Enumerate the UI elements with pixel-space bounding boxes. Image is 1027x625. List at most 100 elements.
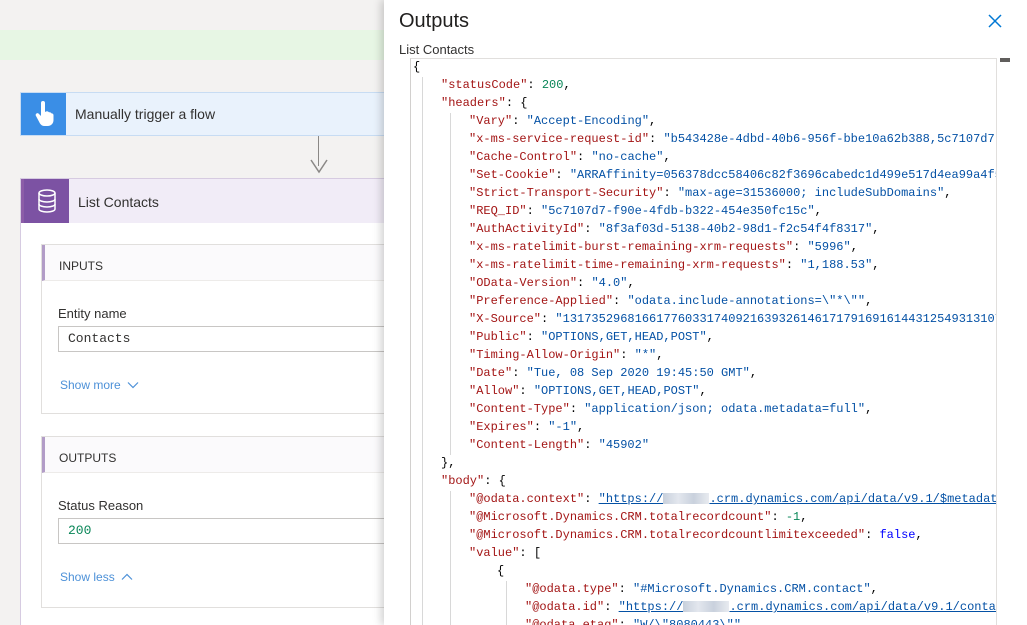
- json-punctuation: :: [618, 582, 634, 596]
- json-line: "Date": "Tue, 08 Sep 2020 19:45:50 GMT",: [469, 364, 757, 382]
- chevron-up-icon: [121, 573, 133, 580]
- trigger-card[interactable]: Manually trigger a flow: [20, 92, 384, 136]
- json-line: "REQ_ID": "5c7107d7-f90e-4fdb-b322-454e3…: [469, 202, 822, 220]
- json-key: "@Microsoft.Dynamics.CRM.totalrecordcoun…: [469, 510, 772, 524]
- show-more-link[interactable]: Show more: [60, 378, 139, 392]
- json-line: "Content-Type": "application/json; odata…: [469, 400, 872, 418]
- json-punctuation: :: [533, 420, 549, 434]
- json-key: "Date": [469, 366, 513, 380]
- success-banner: [0, 30, 384, 60]
- json-line: "@Microsoft.Dynamics.CRM.totalrecordcoun…: [469, 526, 923, 544]
- json-key: "value": [469, 546, 520, 560]
- json-punctuation: ,: [699, 384, 707, 398]
- json-punctuation: :: [785, 258, 801, 272]
- show-more-label: Show more: [60, 378, 121, 392]
- json-key: "Public": [469, 330, 527, 344]
- indent-guide: [450, 113, 451, 455]
- json-punctuation: ,: [741, 618, 749, 625]
- json-line: "Expires": "-1",: [469, 418, 584, 436]
- json-key: "Cache-Control": [469, 150, 578, 164]
- json-value[interactable]: "https://: [599, 492, 664, 506]
- json-value[interactable]: "https://: [619, 600, 684, 614]
- json-punctuation: :: [555, 168, 570, 182]
- json-punctuation: ,: [872, 222, 880, 236]
- json-punctuation: :: [527, 78, 542, 92]
- json-key: "AuthActivityId": [469, 222, 585, 236]
- indent-guide: [422, 77, 423, 625]
- json-punctuation: ,: [850, 240, 858, 254]
- json-key: "@odata.type": [525, 582, 619, 596]
- hand-pointer-icon: [21, 93, 66, 135]
- json-key: "headers": [441, 96, 506, 110]
- action-label: List Contacts: [78, 194, 159, 210]
- json-viewer[interactable]: {"statusCode": 200, "headers": {"Vary": "…: [410, 58, 997, 625]
- json-value: "131735296816617760331740921639326146171…: [555, 312, 997, 326]
- json-value: "b543428e-4dbd-40b6-956f-bbe10a62b388,5c…: [663, 132, 996, 146]
- list-contacts-card[interactable]: List Contacts INPUTS Entity name Contact…: [20, 178, 384, 625]
- json-value: "max-age=31536000; includeSubDomains": [677, 186, 945, 200]
- json-line: "Set-Cookie": "ARRAffinity=056378dcc5840…: [469, 166, 996, 184]
- json-value: false: [879, 528, 916, 542]
- json-value[interactable]: .crm.dynamics.com/api/data/v9.1/$metadat…: [709, 492, 996, 506]
- show-less-link[interactable]: Show less: [60, 570, 133, 584]
- json-punctuation: :: [649, 132, 664, 146]
- list-contacts-header[interactable]: List Contacts: [21, 179, 384, 223]
- status-reason-label: Status Reason: [58, 498, 144, 513]
- json-line: "@odata.context": "https:// .crm.dynamics…: [469, 490, 996, 508]
- json-line: "OData-Version": "4.0",: [469, 274, 635, 292]
- json-line: {: [413, 59, 420, 76]
- json-key: "statusCode": [441, 78, 528, 92]
- json-value: "5c7107d7-f90e-4fdb-b322-454e350fc15c": [541, 204, 815, 218]
- json-punctuation: ,: [865, 402, 873, 416]
- json-punctuation: :: [512, 114, 527, 128]
- json-value[interactable]: .crm.dynamics.com/api/data/v9.1/contacts…: [729, 600, 996, 614]
- trigger-label: Manually trigger a flow: [75, 106, 216, 122]
- json-value: "-1": [548, 420, 578, 434]
- chevron-down-icon: [127, 382, 139, 389]
- json-value: "1,188.53": [800, 258, 873, 272]
- json-line: "Strict-Transport-Security": "max-age=31…: [469, 184, 952, 202]
- json-key: "Set-Cookie": [469, 168, 556, 182]
- json-key: "REQ_ID": [469, 204, 527, 218]
- json-value: "8f3af03d-5138-40b2-98d1-f2c54f4f8317": [598, 222, 873, 236]
- json-line: "x-ms-service-request-id": "b543428e-4db…: [469, 130, 996, 148]
- json-line: "x-ms-ratelimit-time-remaining-xrm-reque…: [469, 256, 879, 274]
- status-reason-field: 200: [58, 518, 384, 544]
- json-line: {: [497, 562, 504, 580]
- json-line: "AuthActivityId": "8f3af03d-5138-40b2-98…: [469, 220, 879, 238]
- json-line: "statusCode": 200,: [441, 76, 571, 94]
- json-value: "application/json; odata.metadata=full": [584, 402, 866, 416]
- json-punctuation: :: [577, 150, 592, 164]
- indent-guide: [506, 581, 507, 625]
- connector-arrow-icon: [310, 159, 328, 174]
- json-value: "4.0": [591, 276, 628, 290]
- panel-subtitle: List Contacts: [399, 42, 475, 57]
- inputs-heading: INPUTS: [42, 245, 384, 281]
- json-punctuation: :: [541, 312, 556, 326]
- json-value: "odata.include-annotations=\"*\"": [627, 294, 866, 308]
- json-punctuation: :: [618, 618, 634, 625]
- json-key: "X-Source": [469, 312, 542, 326]
- entity-name-field: Contacts: [58, 326, 384, 352]
- json-punctuation: },: [441, 456, 456, 470]
- flow-canvas: Manually trigger a flow List Contacts IN…: [0, 0, 384, 625]
- json-key: "@Microsoft.Dynamics.CRM.totalrecordcoun…: [469, 528, 866, 542]
- json-line: "Allow": "OPTIONS,GET,HEAD,POST",: [469, 382, 707, 400]
- json-key: "body": [441, 474, 485, 488]
- json-key: "Strict-Transport-Security": [469, 186, 664, 200]
- json-key: "@odata.etag": [525, 618, 619, 625]
- json-punctuation: ,: [865, 294, 873, 308]
- json-line: "@odata.type": "#Microsoft.Dynamics.CRM.…: [525, 580, 878, 598]
- close-button[interactable]: [984, 10, 1006, 32]
- json-key: "OData-Version": [469, 276, 578, 290]
- json-key: "Expires": [469, 420, 534, 434]
- json-punctuation: :: [584, 222, 599, 236]
- json-punctuation: :: [584, 492, 599, 506]
- json-punctuation: :: [865, 528, 880, 542]
- json-punctuation: ,: [749, 366, 758, 380]
- json-punctuation: :: [569, 402, 585, 416]
- json-punctuation: ,: [800, 510, 808, 524]
- menu-icon[interactable]: [1000, 58, 1010, 62]
- json-punctuation: :: [793, 240, 808, 254]
- json-key: "x-ms-ratelimit-time-remaining-xrm-reque…: [469, 258, 786, 272]
